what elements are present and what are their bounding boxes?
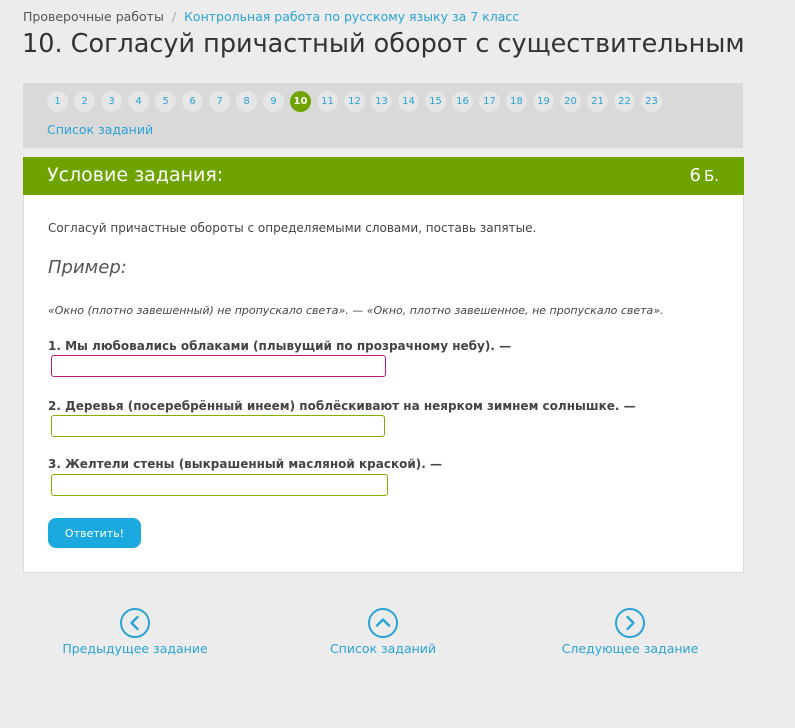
task-pill-9[interactable]: 9 <box>263 91 284 112</box>
task-pill-22[interactable]: 22 <box>614 91 635 112</box>
chevron-left-circle-icon <box>120 608 150 638</box>
example-text: «Окно (плотно завешенный) не пропускало … <box>48 304 664 317</box>
chevron-right-circle-icon <box>615 608 645 638</box>
task-pills: 1 2 3 4 5 6 7 8 9 10 11 12 13 14 15 16 17 18 19 20 21 22 23 <box>47 91 668 112</box>
task-condition-title: Условие задания: <box>47 164 224 186</box>
question-1-answer-input[interactable] <box>51 355 386 377</box>
task-card-header: Условие задания: 6 Б. <box>23 157 744 195</box>
task-pill-5[interactable]: 5 <box>155 91 176 112</box>
task-pill-2[interactable]: 2 <box>74 91 95 112</box>
task-condition-text: Согласуй причастные обороты с определяем… <box>48 221 537 235</box>
chevron-up-circle-icon <box>368 608 398 638</box>
question-3-text: 3. Желтели стены (выкрашенный масляной к… <box>48 457 442 471</box>
task-pill-20[interactable]: 20 <box>560 91 581 112</box>
submit-answer-button[interactable]: Ответить! <box>48 518 141 548</box>
task-list-bottom-label: Список заданий <box>329 641 437 656</box>
task-pill-3[interactable]: 3 <box>101 91 122 112</box>
task-pill-8[interactable]: 8 <box>236 91 257 112</box>
task-pill-16[interactable]: 16 <box>452 91 473 112</box>
task-list-bottom-link[interactable]: Список заданий <box>318 607 448 656</box>
task-list-link[interactable]: Список заданий <box>47 122 153 137</box>
task-pill-14[interactable]: 14 <box>398 91 419 112</box>
task-pill-7[interactable]: 7 <box>209 91 230 112</box>
breadcrumb-separator: / <box>171 9 177 24</box>
previous-task-link[interactable]: Предыдущее задание <box>60 607 210 656</box>
breadcrumb: Проверочные работы / Контрольная работа по… <box>23 9 519 24</box>
task-pill-19[interactable]: 19 <box>533 91 554 112</box>
task-navigation: 1 2 3 4 5 6 7 8 9 10 11 12 13 14 15 16 17 18 19 20 21 22 23 Сп… <box>23 83 743 148</box>
task-pill-21[interactable]: 21 <box>587 91 608 112</box>
task-pill-13[interactable]: 13 <box>371 91 392 112</box>
task-pill-17[interactable]: 17 <box>479 91 500 112</box>
task-pill-4[interactable]: 4 <box>128 91 149 112</box>
task-pill-12[interactable]: 12 <box>344 91 365 112</box>
breadcrumb-current-link[interactable]: Контрольная работа по русскому языку за … <box>184 9 519 24</box>
example-title: Пример: <box>48 257 127 278</box>
task-points-value: 6 <box>689 165 701 186</box>
previous-task-label: Предыдущее задание <box>62 641 208 656</box>
task-pill-23[interactable]: 23 <box>641 91 662 112</box>
question-2-answer-input[interactable] <box>51 415 385 437</box>
next-task-link[interactable]: Следующее задание <box>555 607 705 656</box>
task-points: 6 Б. <box>689 165 719 186</box>
question-3-answer-input[interactable] <box>51 474 388 496</box>
task-card: Условие задания: 6 Б. Согласуй причастные… <box>23 157 744 573</box>
task-pill-18[interactable]: 18 <box>506 91 527 112</box>
breadcrumb-home-link[interactable]: Проверочные работы <box>23 9 164 24</box>
page-title: 10. Согласуй причастный оборот с существ… <box>22 29 745 59</box>
next-task-label: Следующее задание <box>561 641 699 656</box>
task-points-unit: Б. <box>703 167 719 185</box>
task-pill-1[interactable]: 1 <box>47 91 68 112</box>
task-pill-15[interactable]: 15 <box>425 91 446 112</box>
task-pill-10[interactable]: 10 <box>290 91 311 112</box>
task-pill-11[interactable]: 11 <box>317 91 338 112</box>
question-1-text: 1. Мы любовались облаками (плывущий по п… <box>48 339 512 353</box>
task-pill-6[interactable]: 6 <box>182 91 203 112</box>
question-2-text: 2. Деревья (посеребрённый инеем) поблёск… <box>48 399 636 413</box>
